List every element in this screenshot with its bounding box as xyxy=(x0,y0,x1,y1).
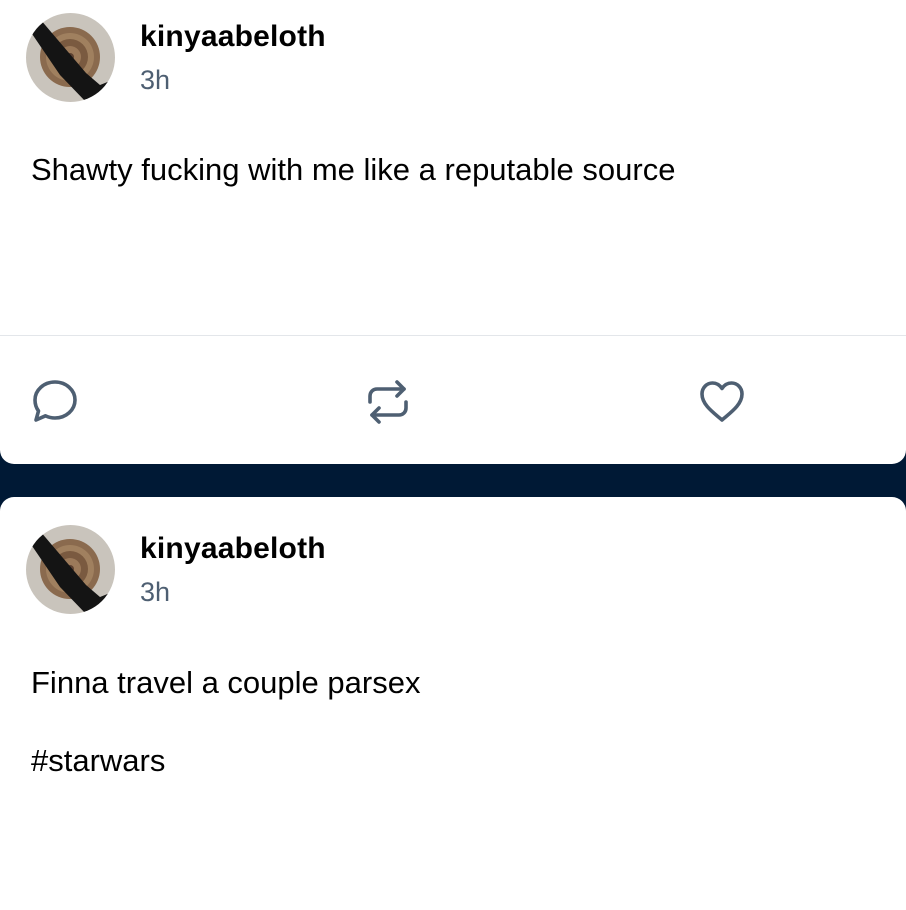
username[interactable]: kinyaabeloth xyxy=(140,532,326,566)
heart-icon xyxy=(700,381,744,422)
post-tag[interactable]: #starwars xyxy=(31,743,165,779)
avatar[interactable] xyxy=(26,13,115,102)
divider xyxy=(0,335,906,336)
post-body: Finna travel a couple parsex xyxy=(31,665,421,700)
comment-icon xyxy=(33,380,77,422)
reblog-button[interactable] xyxy=(363,377,413,427)
comment-button[interactable] xyxy=(30,377,80,427)
post-card: kinyaabeloth 3h Shawty fucking with me l… xyxy=(0,0,906,464)
manhole-cover-avatar xyxy=(26,525,115,614)
post-card: kinyaabeloth 3h Finna travel a couple pa… xyxy=(0,497,906,910)
avatar[interactable] xyxy=(26,525,115,614)
post-body: Shawty fucking with me like a reputable … xyxy=(31,152,676,187)
username[interactable]: kinyaabeloth xyxy=(140,20,326,54)
timestamp[interactable]: 3h xyxy=(140,65,170,96)
reblog-icon xyxy=(368,380,408,424)
manhole-cover-avatar xyxy=(26,13,115,102)
timestamp[interactable]: 3h xyxy=(140,577,170,608)
like-button[interactable] xyxy=(697,377,747,427)
